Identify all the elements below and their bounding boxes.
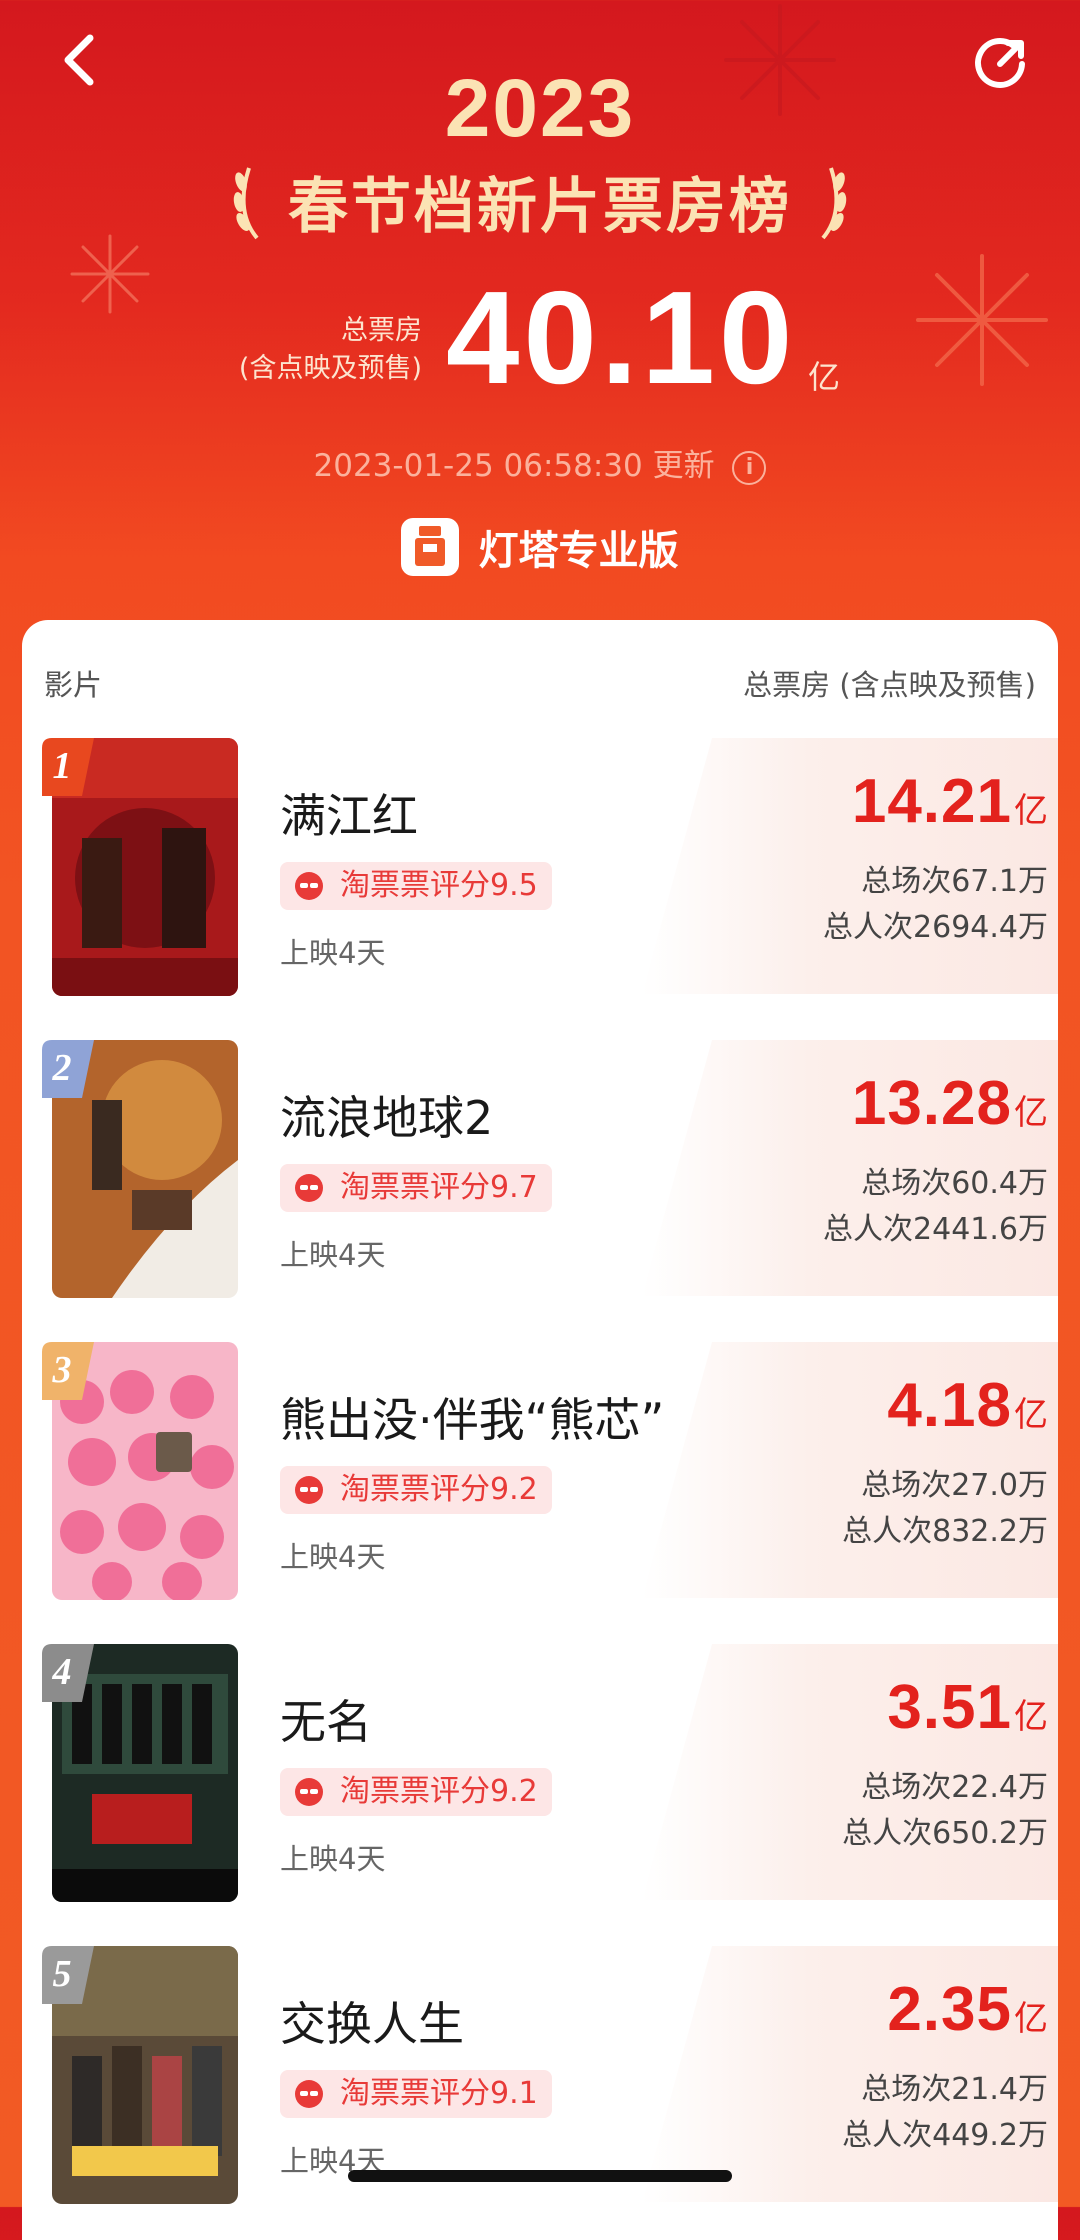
rank-badge: 5 xyxy=(42,1946,94,2004)
rating-tag: 淘票票评分9.2 xyxy=(280,1466,552,1514)
total-admissions: 总人次2441.6万 xyxy=(823,1212,1048,1247)
total-admissions: 总人次832.2万 xyxy=(842,1514,1048,1549)
info-icon[interactable]: i xyxy=(732,450,767,485)
taopiaopiao-icon xyxy=(295,1476,323,1504)
year-heading: 2023 xyxy=(444,63,636,154)
total-box-office-label: 总票房 (含点映及预售) xyxy=(232,312,422,388)
box-office-unit: 亿 xyxy=(1014,1395,1048,1435)
box-office-number: 13.28 xyxy=(851,1069,1012,1138)
box-office-unit: 亿 xyxy=(1014,791,1048,831)
box-office-number: 2.35 xyxy=(887,1975,1012,2044)
total-label-line2: (含点映及预售) xyxy=(238,353,422,384)
movie-title[interactable]: 满江红 xyxy=(280,780,418,846)
total-screenings: 总场次27.0万 xyxy=(861,1468,1048,1503)
total-admissions: 总人次449.2万 xyxy=(842,2118,1048,2153)
movie-title[interactable]: 无名 xyxy=(280,1686,372,1752)
box-office-number: 3.51 xyxy=(887,1673,1012,1742)
total-screenings: 总场次60.4万 xyxy=(861,1166,1048,1201)
column-header-film: 影片 xyxy=(44,668,103,702)
box-office-value: 14.21亿 xyxy=(852,766,1048,837)
days-released: 上映4天 xyxy=(280,1842,386,1876)
total-box-office-unit: 亿 xyxy=(808,358,841,396)
rating-text: 淘票票评分9.1 xyxy=(340,2076,538,2111)
page-title: 春节档新片票房榜 xyxy=(288,172,792,242)
brand-row: 灯塔专业版 xyxy=(0,518,1080,576)
rating-tag: 淘票票评分9.7 xyxy=(280,1164,552,1212)
movie-row[interactable]: 1 满江红 淘票票评分9.5 上映4天 14.21亿 总场次67.1万 总人次2… xyxy=(42,738,1078,1002)
days-released: 上映4天 xyxy=(280,1238,386,1272)
movie-title[interactable]: 交换人生 xyxy=(280,1988,464,2054)
rating-text: 淘票票评分9.5 xyxy=(340,868,538,903)
taopiaopiao-icon xyxy=(295,872,323,900)
rating-text: 淘票票评分9.7 xyxy=(340,1170,538,1205)
total-box-office-value: 40.10 xyxy=(446,264,797,411)
hero-header: 2023 春节档新片票房榜 总票房 (含点映及预售) 40.10 亿 2023-… xyxy=(0,0,1080,620)
box-office-value: 13.28亿 xyxy=(852,1068,1048,1139)
total-screenings: 总场次21.4万 xyxy=(861,2072,1048,2107)
total-label-line1: 总票房 xyxy=(341,315,422,346)
brand-name: 灯塔专业版 xyxy=(478,528,679,574)
days-released: 上映4天 xyxy=(280,1540,386,1574)
total-screenings: 总场次67.1万 xyxy=(861,864,1048,899)
box-office-unit: 亿 xyxy=(1014,1999,1048,2039)
rating-text: 淘票票评分9.2 xyxy=(340,1472,538,1507)
rating-tag: 淘票票评分9.2 xyxy=(280,1768,552,1816)
rank-number: 4 xyxy=(52,1651,72,1693)
movie-title[interactable]: 熊出没·伴我“熊芯” xyxy=(280,1384,664,1450)
box-office-value: 4.18亿 xyxy=(887,1370,1048,1441)
update-timestamp: 2023-01-25 06:58:30 更新 xyxy=(313,448,715,484)
total-screenings: 总场次22.4万 xyxy=(861,1770,1048,1805)
rank-badge: 1 xyxy=(42,738,94,796)
movie-row[interactable]: 4 无名 淘票票评分9.2 上映4天 3.51亿 总场次22.4万 总人次650… xyxy=(42,1644,1078,1908)
home-indicator[interactable] xyxy=(348,2170,732,2182)
update-timestamp-row: 2023-01-25 06:58:30 更新 i xyxy=(0,440,1080,485)
movie-title[interactable]: 流浪地球2 xyxy=(280,1082,493,1148)
laurel-right-icon xyxy=(821,166,847,239)
rating-tag: 淘票票评分9.1 xyxy=(280,2070,552,2118)
rating-tag: 淘票票评分9.5 xyxy=(280,862,552,910)
movie-row[interactable]: 3 熊出没·伴我“熊芯” 淘票票评分9.2 上映4天 4.18亿 总场次27.0… xyxy=(42,1342,1078,1606)
taopiaopiao-icon xyxy=(295,1778,323,1806)
firework-decoration-right xyxy=(916,254,1048,386)
rank-badge: 4 xyxy=(42,1644,94,1702)
box-office-value: 3.51亿 xyxy=(887,1672,1048,1743)
rank-number: 2 xyxy=(52,1047,72,1089)
movie-row[interactable]: 2 流浪地球2 淘票票评分9.7 上映4天 13.28亿 总场次60.4万 总人… xyxy=(42,1040,1078,1304)
box-office-unit: 亿 xyxy=(1014,1093,1048,1133)
lighthouse-logo-icon xyxy=(401,518,460,576)
taopiaopiao-icon xyxy=(295,2080,323,2108)
rank-number: 5 xyxy=(52,1953,72,1995)
taopiaopiao-icon xyxy=(295,1174,323,1202)
box-office-number: 14.21 xyxy=(851,767,1012,836)
box-office-number: 4.18 xyxy=(887,1371,1012,1440)
box-office-list-card: 影片 总票房 (含点映及预售) 1 满江红 淘票票评分9.5 上映4天 14.2… xyxy=(22,620,1058,2240)
page-title-row: 春节档新片票房榜 xyxy=(0,158,1080,245)
days-released: 上映4天 xyxy=(280,936,386,970)
total-admissions: 总人次2694.4万 xyxy=(823,910,1048,945)
total-admissions: 总人次650.2万 xyxy=(842,1816,1048,1851)
box-office-unit: 亿 xyxy=(1014,1697,1048,1737)
rank-badge: 2 xyxy=(42,1040,94,1098)
rank-badge: 3 xyxy=(42,1342,94,1400)
box-office-value: 2.35亿 xyxy=(887,1974,1048,2045)
rating-text: 淘票票评分9.2 xyxy=(340,1774,538,1809)
column-header-box-office: 总票房 (含点映及预售) xyxy=(743,668,1036,702)
rank-number: 1 xyxy=(52,745,72,787)
rank-number: 3 xyxy=(52,1349,72,1391)
laurel-left-icon xyxy=(233,166,259,239)
